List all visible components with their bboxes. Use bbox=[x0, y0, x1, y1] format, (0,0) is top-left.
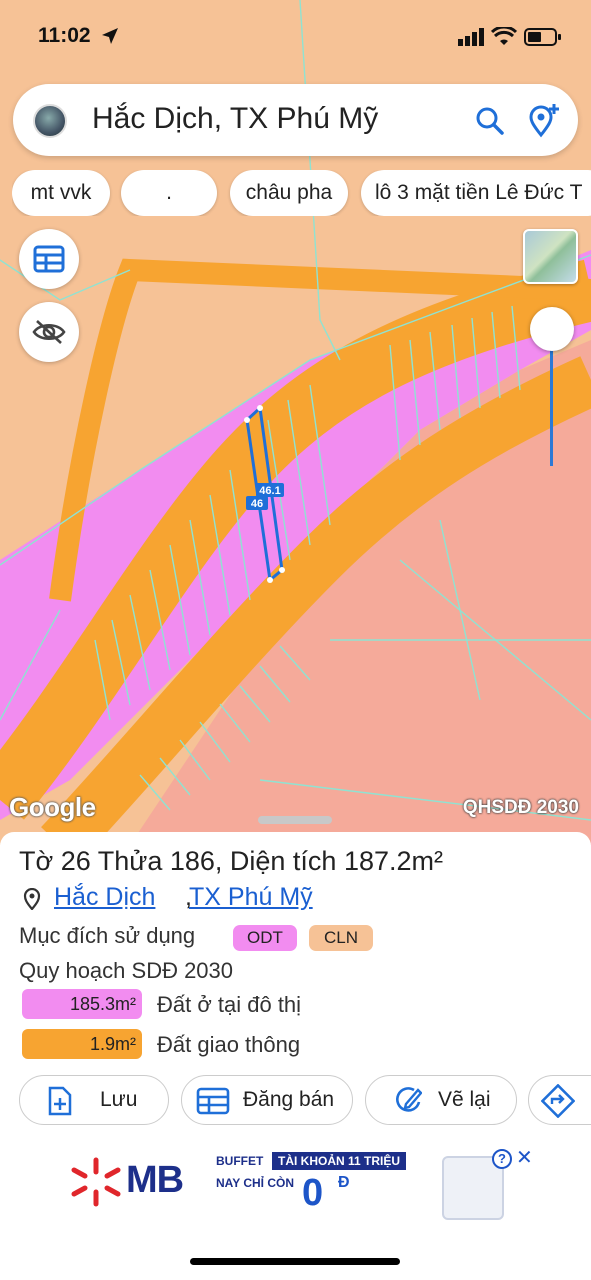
battery-icon bbox=[524, 28, 561, 46]
avatar[interactable] bbox=[33, 104, 67, 138]
plan-label-residential: Đất ở tại đô thị bbox=[157, 992, 302, 1017]
directions-icon bbox=[541, 1084, 575, 1118]
toggle-visibility-button[interactable] bbox=[19, 302, 79, 362]
redraw-button[interactable]: Vẽ lại bbox=[365, 1075, 517, 1125]
add-location-icon[interactable] bbox=[525, 102, 561, 138]
dimension-label-2: 46 bbox=[251, 498, 263, 510]
ad-line-2: NAY CHỈ CÒN bbox=[216, 1176, 295, 1190]
ad-currency: Đ bbox=[338, 1174, 350, 1191]
redraw-icon bbox=[396, 1087, 422, 1112]
saved-search-chips: mt vvk . châu pha lô 3 mặt tiền Lê Đức T bbox=[12, 170, 591, 216]
opacity-slider-knob[interactable] bbox=[530, 307, 574, 351]
dimension-label-1: 46.1 bbox=[259, 485, 280, 497]
chip-3[interactable]: châu pha bbox=[230, 170, 348, 216]
address-link-ward[interactable]: Hắc Dịch bbox=[54, 883, 155, 912]
parcel-info-sheet[interactable]: Tờ 26 Thửa 186, Diện tích 187.2m² Hắc Dị… bbox=[0, 832, 591, 1138]
purpose-tag-odt: ODT bbox=[233, 925, 297, 951]
home-indicator bbox=[190, 1258, 400, 1265]
eye-off-icon bbox=[32, 320, 66, 344]
action-bar: Lưu Đăng bán Vẽ lại bbox=[0, 1075, 591, 1125]
ad-info-icon[interactable]: ? bbox=[492, 1149, 512, 1169]
ad-banner[interactable]: MB BUFFET TÀI KHOẢN 11 TRIỆU NAY CHỈ CÒN… bbox=[54, 1146, 538, 1220]
ad-close-icon[interactable]: ✕ bbox=[516, 1148, 533, 1168]
chip-4[interactable]: lô 3 mặt tiền Lê Đức T bbox=[361, 170, 591, 216]
search-input[interactable]: Hắc Dịch, TX Phú Mỹ bbox=[92, 102, 378, 136]
location-pin-icon bbox=[23, 888, 41, 910]
map-view[interactable]: 46.1 46 11:02 Hắc Dịch, TX Phú Mỹ mt vvk… bbox=[0, 0, 591, 845]
wifi-icon bbox=[491, 27, 517, 45]
plan-label: Quy hoạch SDĐ 2030 bbox=[19, 958, 234, 983]
chip-2[interactable]: . bbox=[121, 170, 217, 216]
parcel-title: Tờ 26 Thửa 186, Diện tích 187.2m² bbox=[19, 846, 443, 876]
search-icon[interactable] bbox=[473, 104, 507, 138]
purpose-tag-cln: CLN bbox=[309, 925, 373, 951]
ad-line-1-highlight: TÀI KHOẢN 11 TRIỆU bbox=[272, 1152, 407, 1170]
plan-value-transport: 1.9m² bbox=[22, 1029, 142, 1059]
listing-icon bbox=[196, 1087, 230, 1115]
table-icon bbox=[33, 245, 65, 273]
address-link-town[interactable]: TX Phú Mỹ bbox=[189, 883, 313, 912]
purpose-label: Mục đích sử dụng bbox=[19, 923, 196, 948]
location-arrow-icon bbox=[102, 28, 118, 44]
search-bar[interactable]: Hắc Dịch, TX Phú Mỹ bbox=[13, 84, 578, 156]
status-time: 11:02 bbox=[38, 24, 91, 47]
cellular-signal-icon bbox=[458, 28, 484, 46]
chip-1[interactable]: mt vvk bbox=[12, 170, 110, 216]
add-document-icon bbox=[48, 1086, 72, 1116]
mb-star-logo-icon bbox=[71, 1157, 121, 1207]
directions-button[interactable] bbox=[528, 1075, 591, 1125]
plan-value-residential: 185.3m² bbox=[22, 989, 142, 1019]
status-bar: 11:02 bbox=[0, 22, 591, 56]
ad-price: 0 bbox=[302, 1172, 324, 1214]
ad-line-1: BUFFET bbox=[216, 1154, 264, 1168]
table-view-button[interactable] bbox=[19, 229, 79, 289]
list-for-sale-button[interactable]: Đăng bán bbox=[181, 1075, 353, 1125]
sheet-drag-handle[interactable] bbox=[258, 816, 332, 824]
ad-brand: MB bbox=[126, 1159, 184, 1201]
redraw-label: Vẽ lại bbox=[438, 1088, 491, 1111]
layer-badge: QHSDĐ 2030 bbox=[462, 797, 579, 818]
save-label: Lưu bbox=[100, 1088, 138, 1111]
google-logo: Google bbox=[9, 792, 96, 822]
satellite-layer-thumbnail[interactable] bbox=[523, 229, 578, 284]
save-button[interactable]: Lưu bbox=[19, 1075, 169, 1125]
plan-label-transport: Đất giao thông bbox=[157, 1032, 301, 1057]
list-for-sale-label: Đăng bán bbox=[243, 1088, 335, 1111]
